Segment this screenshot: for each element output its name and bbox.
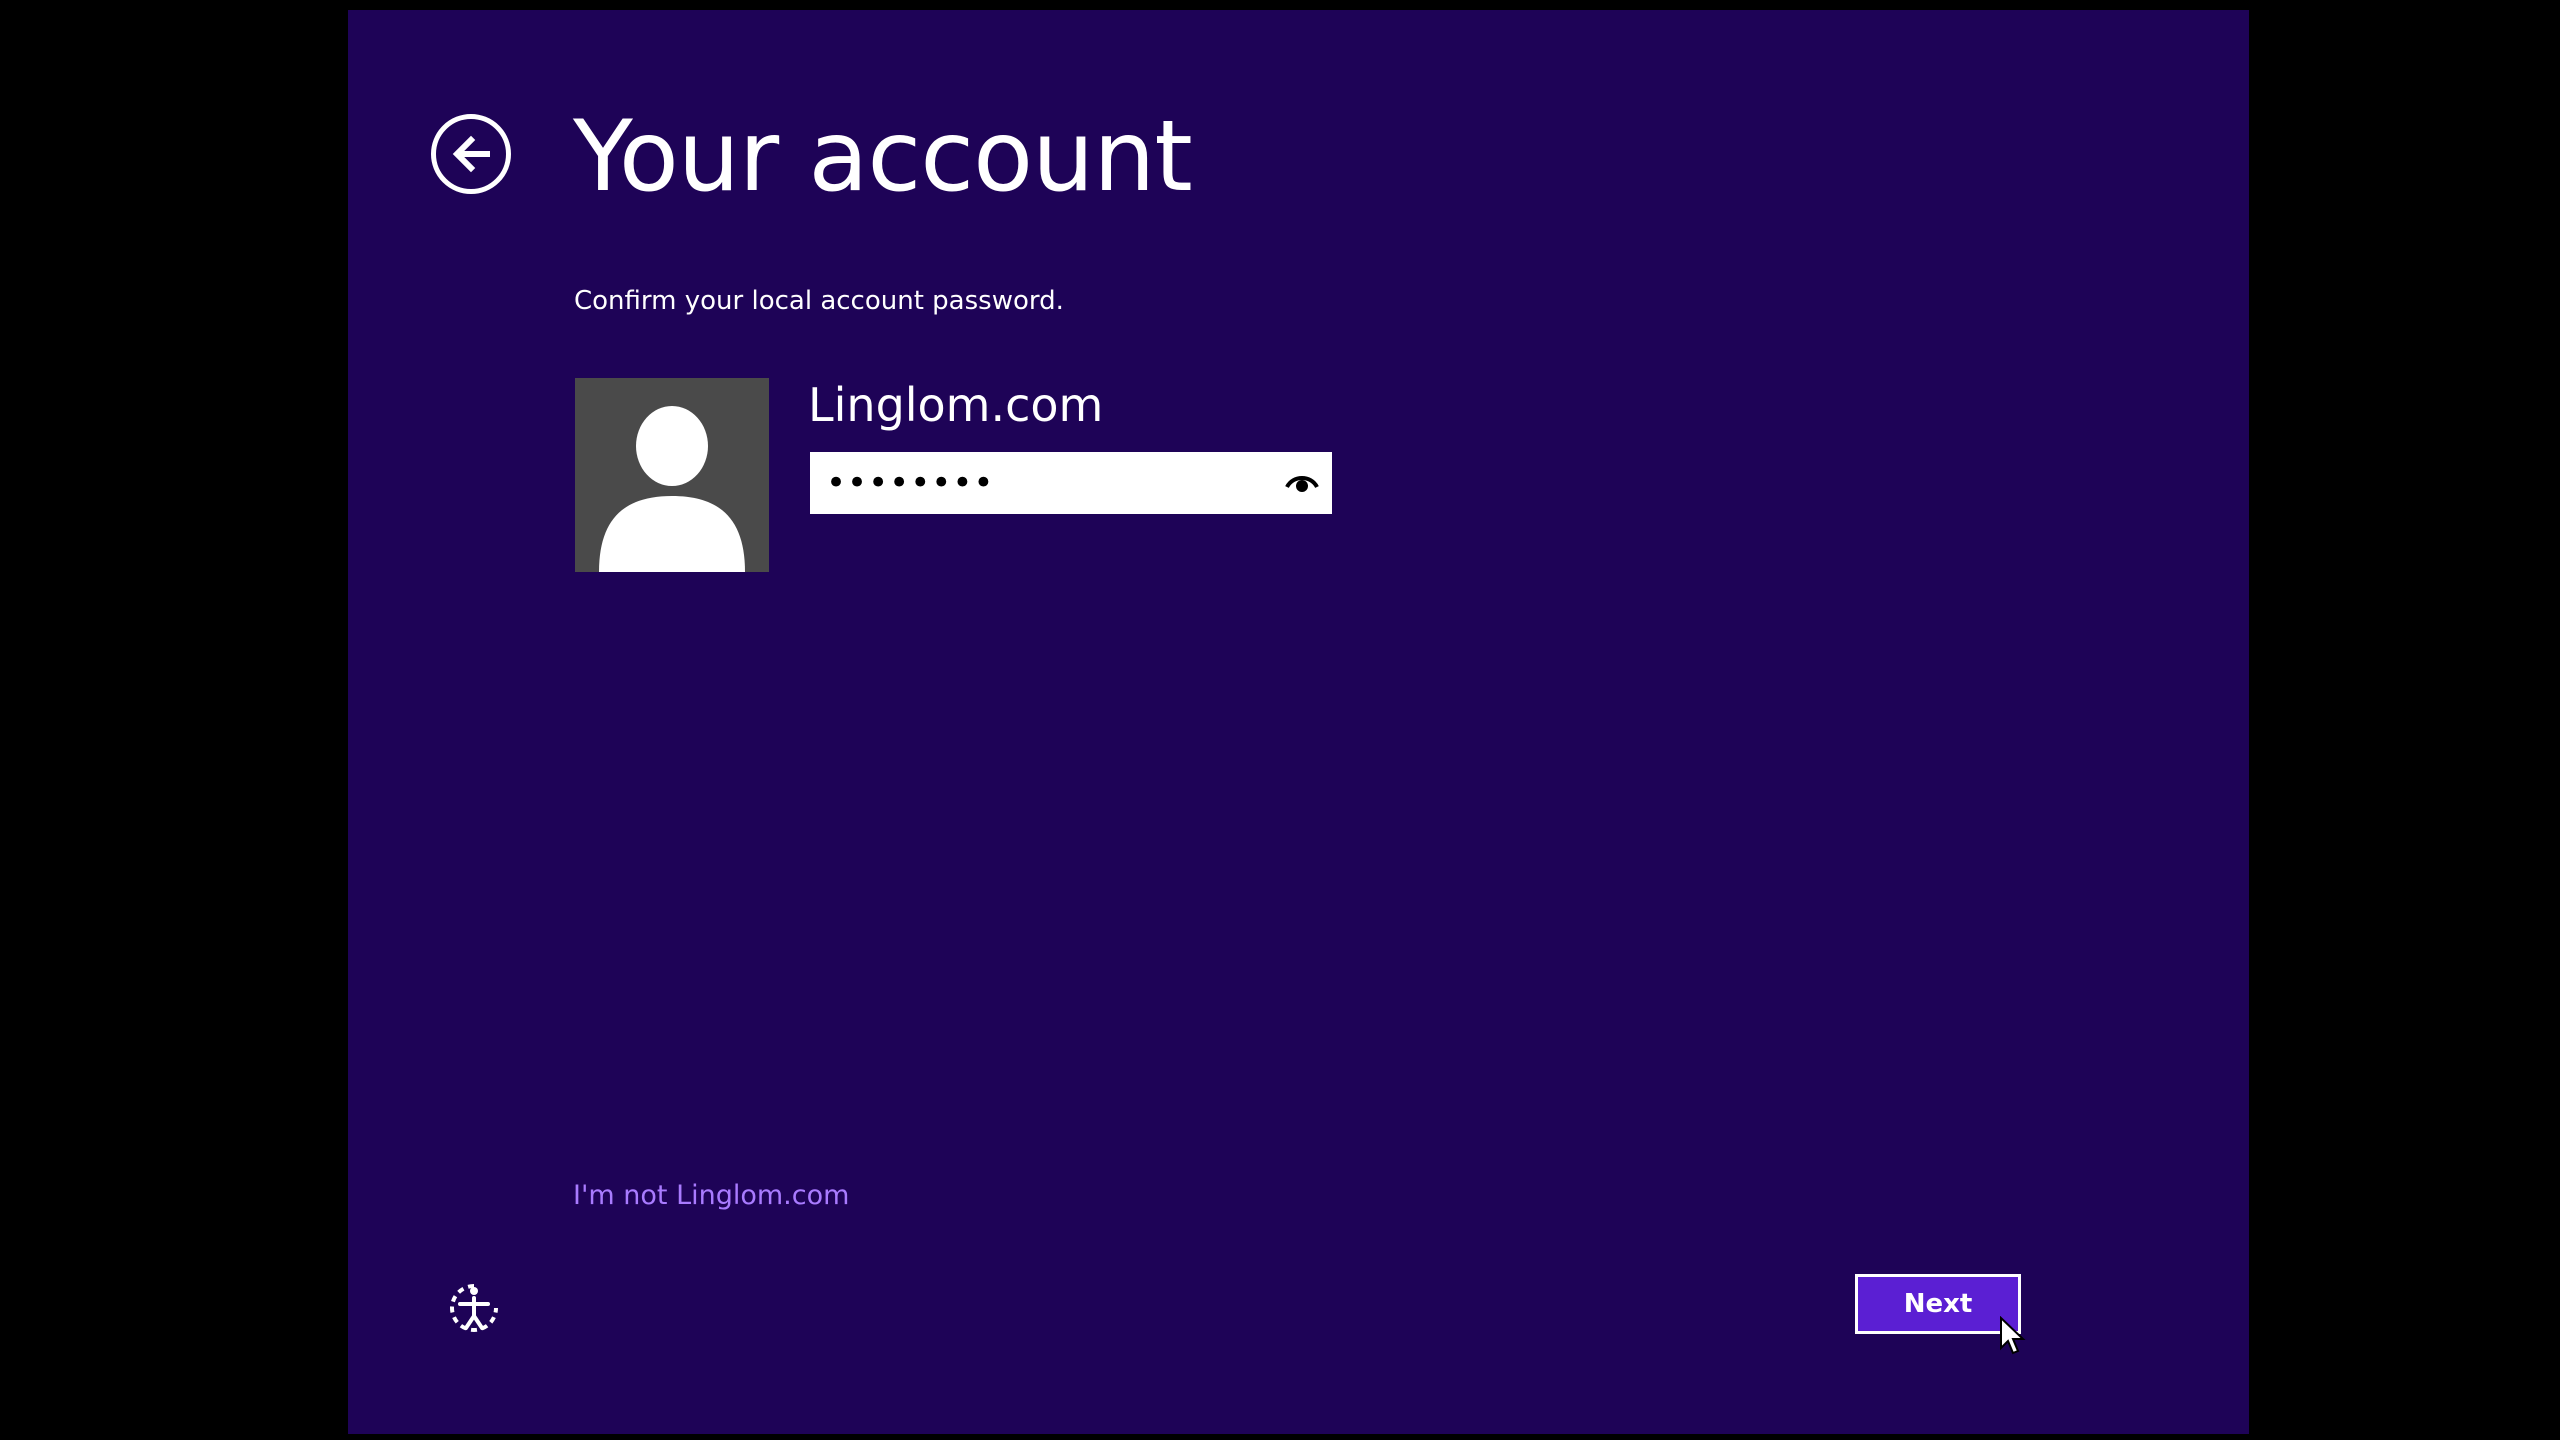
not-user-link[interactable]: I'm not Linglom.com [573,1180,849,1211]
page-title: Your account [573,100,1193,214]
reveal-password-button[interactable] [1282,463,1322,503]
eye-icon [1285,476,1319,492]
setup-screen: Your account Confirm your local account … [348,10,2249,1434]
back-arrow-icon [452,135,490,173]
password-input[interactable]: •••••••• [810,452,1332,514]
password-value: •••••••• [826,463,995,503]
ease-of-access-icon [450,1284,498,1332]
ease-of-access-button[interactable] [444,1278,504,1338]
next-button[interactable]: Next [1855,1274,2021,1334]
user-name: Linglom.com [808,378,1104,432]
default-user-avatar-icon [575,378,769,572]
user-avatar [575,378,769,572]
mouse-pointer-icon [1999,1315,2027,1356]
back-button[interactable] [431,114,511,194]
subtitle-text: Confirm your local account password. [574,286,1064,316]
